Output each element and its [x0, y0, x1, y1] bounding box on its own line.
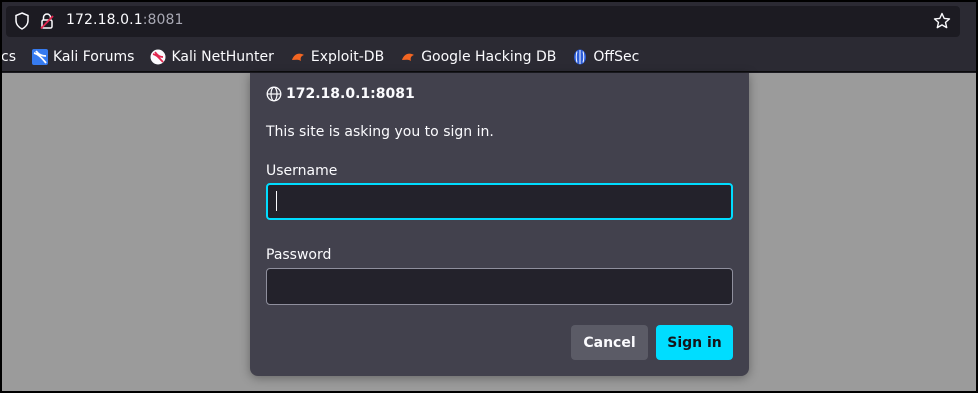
bookmark-label: cs	[2, 48, 16, 65]
bookmark-docs[interactable]: cs	[2, 45, 18, 69]
bookmark-kali-nethunter[interactable]: Kali NetHunter	[148, 45, 275, 69]
browser-window: 172.18.0.1:8081 cs Kali Forums Kali NetH…	[0, 0, 978, 393]
bookmarks-toolbar: cs Kali Forums Kali NetHunter Exploit-DB…	[2, 42, 976, 72]
bookmark-offsec[interactable]: OffSec	[570, 45, 641, 69]
bookmark-label: Kali NetHunter	[171, 48, 274, 65]
shield-icon[interactable]	[12, 11, 32, 31]
bookmark-star-icon[interactable]	[932, 11, 952, 31]
bookmark-google-hacking-db[interactable]: Google Hacking DB	[398, 45, 558, 69]
bookmark-exploit-db[interactable]: Exploit-DB	[288, 45, 386, 69]
offsec-icon	[572, 49, 588, 65]
auth-dialog: 172.18.0.1:8081 This site is asking you …	[250, 73, 749, 376]
username-field[interactable]	[266, 183, 733, 220]
dialog-message: This site is asking you to sign in.	[266, 124, 494, 140]
kali-nethunter-icon	[150, 49, 166, 65]
password-field[interactable]	[266, 268, 733, 305]
navigation-toolbar: 172.18.0.1:8081	[2, 2, 976, 42]
username-label: Username	[266, 163, 338, 179]
url-host: 172.18.0.1	[66, 12, 143, 28]
bookmark-label: Exploit-DB	[310, 48, 385, 65]
password-label: Password	[266, 247, 332, 263]
url-port: :8081	[142, 12, 184, 28]
bookmark-kali-forums[interactable]: Kali Forums	[30, 45, 136, 69]
bookmark-label: Kali Forums	[53, 48, 135, 65]
insecure-lock-icon[interactable]	[37, 11, 57, 31]
exploit-db-icon	[400, 49, 416, 65]
globe-icon	[266, 86, 282, 102]
bookmark-label: OffSec	[593, 48, 640, 65]
url-text[interactable]: 172.18.0.1:8081	[66, 12, 184, 28]
sign-in-button[interactable]: Sign in	[656, 325, 733, 360]
dialog-title-text: 172.18.0.1:8081	[286, 86, 415, 102]
dialog-title: 172.18.0.1:8081	[266, 86, 415, 102]
bookmark-label: Google Hacking DB	[421, 48, 557, 65]
text-caret	[276, 191, 277, 211]
exploit-db-icon	[290, 49, 306, 65]
address-bar[interactable]: 172.18.0.1:8081	[6, 6, 960, 37]
cancel-button[interactable]: Cancel	[571, 325, 648, 360]
kali-icon	[32, 48, 48, 65]
